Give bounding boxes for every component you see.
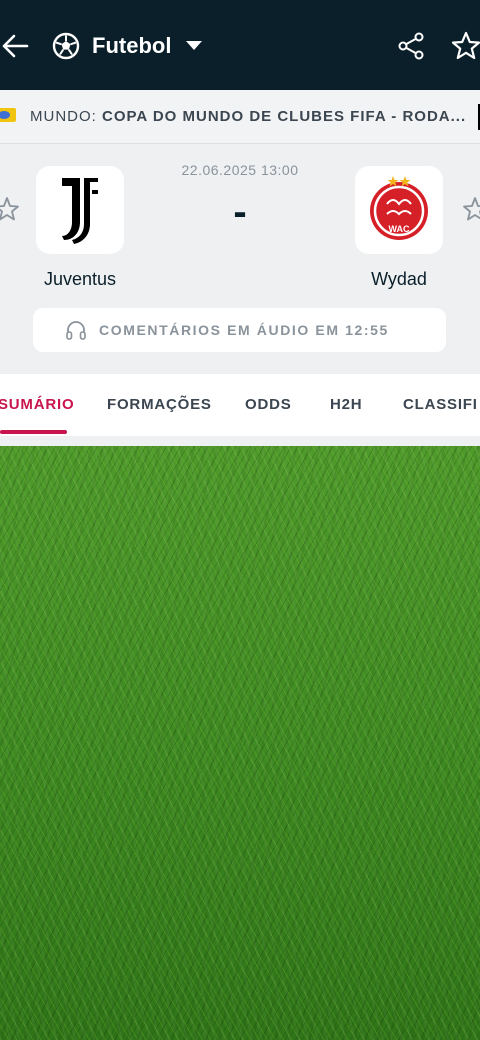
competition-country: MUNDO: [30, 108, 97, 125]
star-outline-icon[interactable] [462, 196, 480, 222]
headphones-icon [66, 321, 86, 340]
active-tab-indicator [0, 430, 67, 434]
spacer [0, 436, 480, 446]
home-team-name[interactable]: Juventus [10, 269, 150, 290]
pitch-grass-background [0, 446, 480, 1040]
competition-bar[interactable]: MUNDO: COPA DO MUNDO DE CLUBES FIFA - RO… [0, 90, 480, 144]
tab-summary[interactable]: SUMÁRIO [0, 396, 74, 413]
tab-lineups[interactable]: FORMAÇÕES [107, 396, 212, 413]
tab-h2h[interactable]: H2H [330, 396, 362, 413]
audio-commentary-button[interactable]: COMENTÁRIOS EM ÁUDIO EM 12:55 [33, 308, 446, 352]
match-header: 22.06.2025 13:00 - WAC Juventus Wydad CO… [0, 144, 480, 374]
arrow-left-icon[interactable] [0, 30, 32, 62]
away-team-name[interactable]: Wydad [329, 269, 469, 290]
svg-text:WAC: WAC [389, 224, 410, 234]
world-flag-icon [0, 108, 16, 122]
chevron-down-icon[interactable] [186, 41, 202, 50]
tab-standings[interactable]: CLASSIFI [403, 396, 478, 413]
competition-name: COPA DO MUNDO DE CLUBES FIFA - RODA... [102, 108, 467, 125]
soccer-ball-icon[interactable] [52, 32, 80, 60]
tab-odds[interactable]: ODDS [245, 396, 292, 413]
star-outline-icon[interactable] [450, 30, 480, 62]
top-app-bar: Futebol [0, 0, 480, 90]
sport-title[interactable]: Futebol [92, 33, 171, 59]
match-tabs: SUMÁRIO FORMAÇÕES ODDS H2H CLASSIFI [0, 374, 480, 436]
wydad-crest-icon: WAC [370, 176, 428, 240]
wydad-logo[interactable]: WAC [355, 166, 443, 254]
competition-label: MUNDO: COPA DO MUNDO DE CLUBES FIFA - RO… [30, 108, 466, 125]
audio-commentary-label: COMENTÁRIOS EM ÁUDIO EM 12:55 [99, 322, 389, 338]
share-icon[interactable] [396, 31, 426, 61]
